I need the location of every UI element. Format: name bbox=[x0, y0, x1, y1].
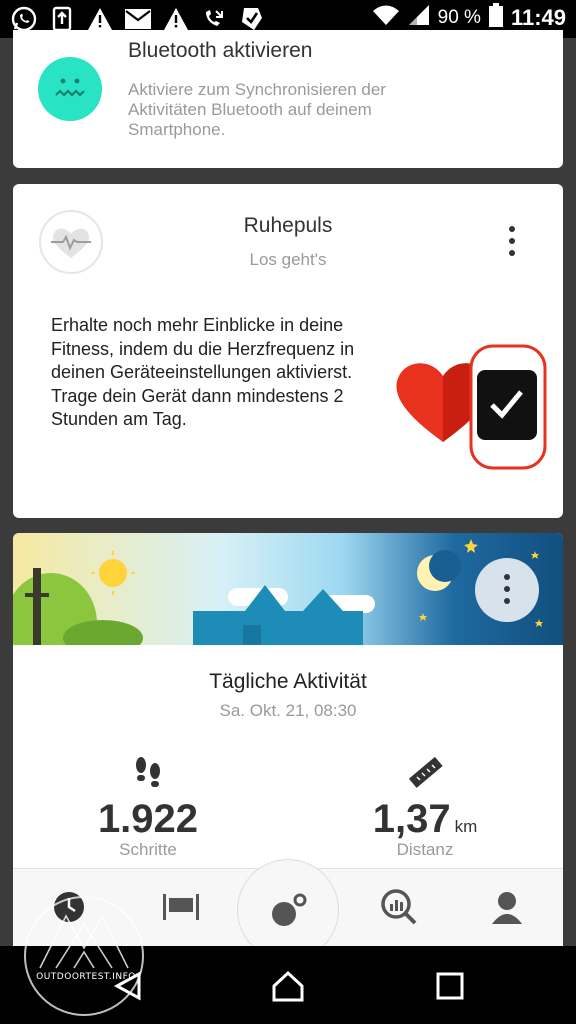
more-options-icon[interactable] bbox=[507, 226, 517, 260]
resting-pulse-card[interactable]: Ruhepuls Los geht's Erhalte noch mehr Ei… bbox=[13, 184, 563, 518]
missed-call-icon bbox=[200, 5, 228, 33]
distance-label: Distanz bbox=[396, 840, 454, 859]
resting-pulse-title: Ruhepuls bbox=[243, 214, 333, 237]
bluetooth-card-description: Aktiviere zum Synchronisieren der Aktivi… bbox=[128, 80, 386, 139]
daily-activity-date: Sa. Okt. 21, 08:30 bbox=[219, 701, 357, 720]
warning-icon bbox=[86, 5, 114, 33]
clock-time: 11:49 bbox=[510, 5, 566, 30]
upload-icon bbox=[48, 5, 76, 33]
steps-stat[interactable]: 1.922 Schritte bbox=[48, 755, 248, 860]
watermark-text: OUTDOORTEST.INFO bbox=[36, 972, 136, 982]
heart-watch-illustration bbox=[391, 342, 551, 472]
resting-pulse-subtitle: Los geht's bbox=[249, 250, 327, 269]
watermark-logo: OUTDOORTEST.INFO bbox=[24, 896, 144, 1016]
bluetooth-warning-icon bbox=[38, 57, 102, 121]
more-options-icon[interactable] bbox=[475, 558, 539, 622]
resting-pulse-body: Erhalte noch mehr Einblicke in deine Fit… bbox=[51, 315, 355, 429]
bluetooth-card[interactable]: Bluetooth aktivieren Aktiviere zum Synch… bbox=[13, 30, 563, 168]
sleep-icon[interactable] bbox=[157, 883, 205, 931]
wifi-icon bbox=[372, 4, 400, 32]
daily-activity-card[interactable]: Tägliche Aktivität Sa. Okt. 21, 08:30 1.… bbox=[13, 533, 563, 873]
mail-icon bbox=[124, 5, 152, 33]
distance-unit: km bbox=[454, 817, 478, 836]
battery-percent: 90 % bbox=[437, 7, 481, 28]
search-chart-icon[interactable] bbox=[375, 883, 423, 931]
distance-value-row: 1,37 km bbox=[325, 797, 525, 842]
recent-apps-icon[interactable] bbox=[432, 968, 468, 1004]
steps-label: Schritte bbox=[119, 840, 177, 859]
day-night-banner bbox=[13, 533, 563, 645]
notification-check-icon bbox=[238, 5, 266, 33]
footsteps-icon bbox=[48, 755, 248, 793]
distance-value: 1,37 bbox=[372, 797, 451, 841]
warning-icon bbox=[162, 5, 190, 33]
profile-icon[interactable] bbox=[483, 883, 531, 931]
battery-icon bbox=[488, 3, 503, 33]
whatsapp-icon bbox=[10, 5, 38, 33]
distance-stat[interactable]: 1,37 km Distanz bbox=[325, 755, 525, 860]
steps-value: 1.922 bbox=[97, 797, 199, 841]
home-icon[interactable] bbox=[270, 968, 306, 1004]
ruler-icon bbox=[325, 755, 525, 793]
signal-icon bbox=[408, 4, 430, 32]
daily-activity-title: Tägliche Aktivität bbox=[209, 670, 367, 693]
bluetooth-card-title: Bluetooth aktivieren bbox=[128, 39, 313, 62]
